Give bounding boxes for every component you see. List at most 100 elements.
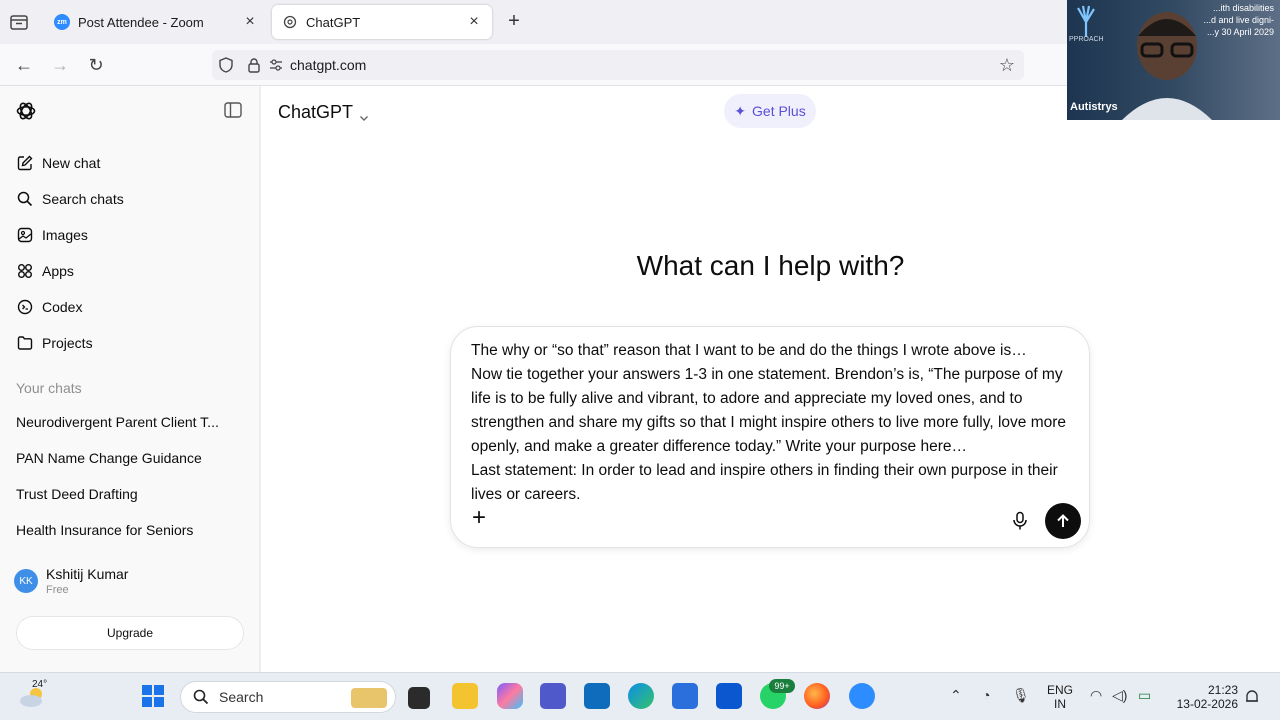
participant-name: Autistrys — [1070, 101, 1118, 113]
teams-icon[interactable] — [540, 683, 566, 709]
network-status-icon[interactable]: ◔ — [982, 687, 990, 703]
model-selector[interactable]: ChatGPT — [278, 100, 369, 124]
sidebar-toggle-icon[interactable] — [224, 102, 244, 120]
apps-icon — [16, 262, 34, 280]
temperature: 24° — [32, 679, 48, 690]
file-explorer-icon[interactable] — [452, 683, 478, 709]
hand-logo-icon — [1073, 4, 1099, 38]
search-highlight-icon — [351, 688, 387, 708]
microphone-icon[interactable]: 🎙 — [1012, 687, 1030, 704]
your-chats-label: Your chats — [16, 380, 82, 396]
app-icon[interactable] — [716, 683, 742, 709]
store-icon[interactable] — [672, 683, 698, 709]
lock-icon[interactable] — [240, 50, 268, 80]
shield-icon[interactable] — [212, 50, 240, 80]
tab-list-icon[interactable] — [8, 11, 30, 33]
model-label: ChatGPT — [278, 101, 354, 122]
language-indicator[interactable]: ENG IN — [1044, 683, 1076, 711]
volume-icon[interactable]: ◁) — [1112, 687, 1127, 704]
tab-title: ChatGPT — [306, 14, 361, 30]
zoom-icon: zm — [54, 14, 70, 30]
openai-logo-icon[interactable] — [15, 100, 37, 122]
outlook-icon[interactable] — [584, 683, 610, 709]
video-banner-text: ...ith disabilities ...d and live digni-… — [1203, 3, 1274, 37]
sidebar-item-label: New chat — [42, 155, 101, 171]
page-title: What can I help with? — [636, 250, 905, 281]
pencil-icon — [16, 154, 34, 172]
sidebar-item-label: Projects — [42, 335, 93, 351]
chat-history-item[interactable]: Trust Deed Drafting — [8, 478, 252, 510]
clock-date: 13-02-2026 — [1176, 697, 1238, 711]
sidebar-item-codex[interactable]: Codex — [8, 291, 252, 323]
arrow-up-icon — [1057, 514, 1069, 527]
notification-bell-icon[interactable] — [1244, 689, 1260, 705]
microphone-icon[interactable] — [1011, 511, 1029, 531]
image-icon — [16, 226, 34, 244]
prompt-input[interactable]: The why or “so that” reason that I want … — [471, 339, 1075, 507]
zoom-icon[interactable] — [849, 683, 875, 709]
codex-icon — [16, 298, 34, 316]
site-settings-icon[interactable] — [268, 50, 284, 80]
sidebar-item-label: Apps — [42, 263, 74, 279]
video-tag: PPROACH — [1069, 36, 1104, 43]
search-icon — [16, 190, 34, 208]
sidebar-item-label: Search chats — [42, 191, 124, 207]
user-name: Kshitij Kumar — [46, 566, 129, 582]
address-bar[interactable]: chatgpt.com ☆ — [212, 50, 1024, 80]
taskbar-search[interactable]: Search — [180, 681, 396, 713]
url-text[interactable]: chatgpt.com — [290, 57, 366, 73]
zoom-video-thumbnail[interactable]: PPROACH ...ith disabilities ...d and liv… — [1067, 0, 1280, 120]
sidebar-item-projects[interactable]: Projects — [8, 327, 252, 359]
wifi-icon[interactable]: ◠ — [1090, 687, 1102, 704]
sidebar-item-label: Images — [42, 227, 88, 243]
tab-title: Post Attendee - Zoom — [78, 14, 204, 30]
chat-history-item[interactable]: PAN Name Change Guidance — [8, 442, 252, 474]
copilot-icon[interactable] — [497, 683, 523, 709]
sidebar-item-images[interactable]: Images — [8, 219, 252, 251]
sidebar-item-label: Codex — [42, 299, 83, 315]
tab-chatgpt[interactable]: ChatGPT × — [272, 5, 492, 39]
user-profile[interactable]: KK Kshitij Kumar Free — [8, 560, 252, 602]
notification-badge: 99+ — [769, 679, 795, 693]
close-icon[interactable]: × — [242, 14, 258, 30]
sidebar-item-apps[interactable]: Apps — [8, 255, 252, 287]
firefox-icon[interactable] — [804, 683, 830, 709]
user-info: Kshitij Kumar Free — [46, 566, 128, 596]
edge-icon[interactable] — [628, 683, 654, 709]
search-icon — [193, 689, 209, 705]
sidebar-item-search-chats[interactable]: Search chats — [8, 183, 252, 215]
reload-icon[interactable]: ↻ — [85, 54, 107, 76]
upgrade-button[interactable]: Upgrade — [16, 616, 244, 650]
avatar: KK — [14, 569, 38, 593]
task-view-icon[interactable] — [408, 687, 430, 709]
prompt-composer[interactable]: The why or “so that” reason that I want … — [450, 326, 1090, 548]
plus-icon[interactable]: + — [469, 506, 489, 530]
tab-zoom[interactable]: zm Post Attendee - Zoom × — [44, 5, 268, 39]
get-plus-button[interactable]: ✦ Get Plus — [724, 94, 816, 128]
bookmark-star-icon[interactable]: ☆ — [996, 54, 1018, 76]
forward-icon[interactable]: → — [49, 54, 71, 76]
search-label: Search — [219, 689, 264, 705]
windows-start-icon[interactable] — [140, 683, 166, 709]
folder-icon — [16, 334, 34, 352]
battery-icon[interactable]: ▭ — [1138, 687, 1151, 704]
clock-time: 21:23 — [1207, 683, 1238, 697]
system-clock[interactable]: 21:23 13-02-2026 — [1168, 683, 1238, 711]
get-plus-label: Get Plus — [752, 103, 806, 119]
chat-history-item[interactable]: Neurodivergent Parent Client T... — [8, 406, 252, 438]
sidebar: New chat Search chats Images Apps Codex … — [0, 86, 260, 672]
sidebar-item-new-chat[interactable]: New chat — [8, 147, 252, 179]
chatgpt-icon — [282, 14, 298, 30]
chat-history-item[interactable]: Health Insurance for Seniors — [8, 514, 252, 546]
back-icon[interactable]: ← — [13, 54, 35, 76]
lang-line-1: ENG — [1046, 683, 1073, 697]
main-content: ChatGPT ✦ Get Plus What can I help with?… — [261, 86, 1280, 672]
new-tab-icon[interactable]: + — [504, 11, 524, 32]
sparkle-icon: ✦ — [734, 102, 747, 119]
user-plan: Free — [46, 584, 69, 596]
weather-widget[interactable]: 24° — [18, 679, 48, 711]
lang-line-2: IN — [1054, 697, 1066, 711]
show-hidden-icons-icon[interactable]: ⌃ — [950, 687, 962, 704]
send-button[interactable] — [1045, 503, 1081, 539]
close-icon[interactable]: × — [466, 14, 482, 30]
